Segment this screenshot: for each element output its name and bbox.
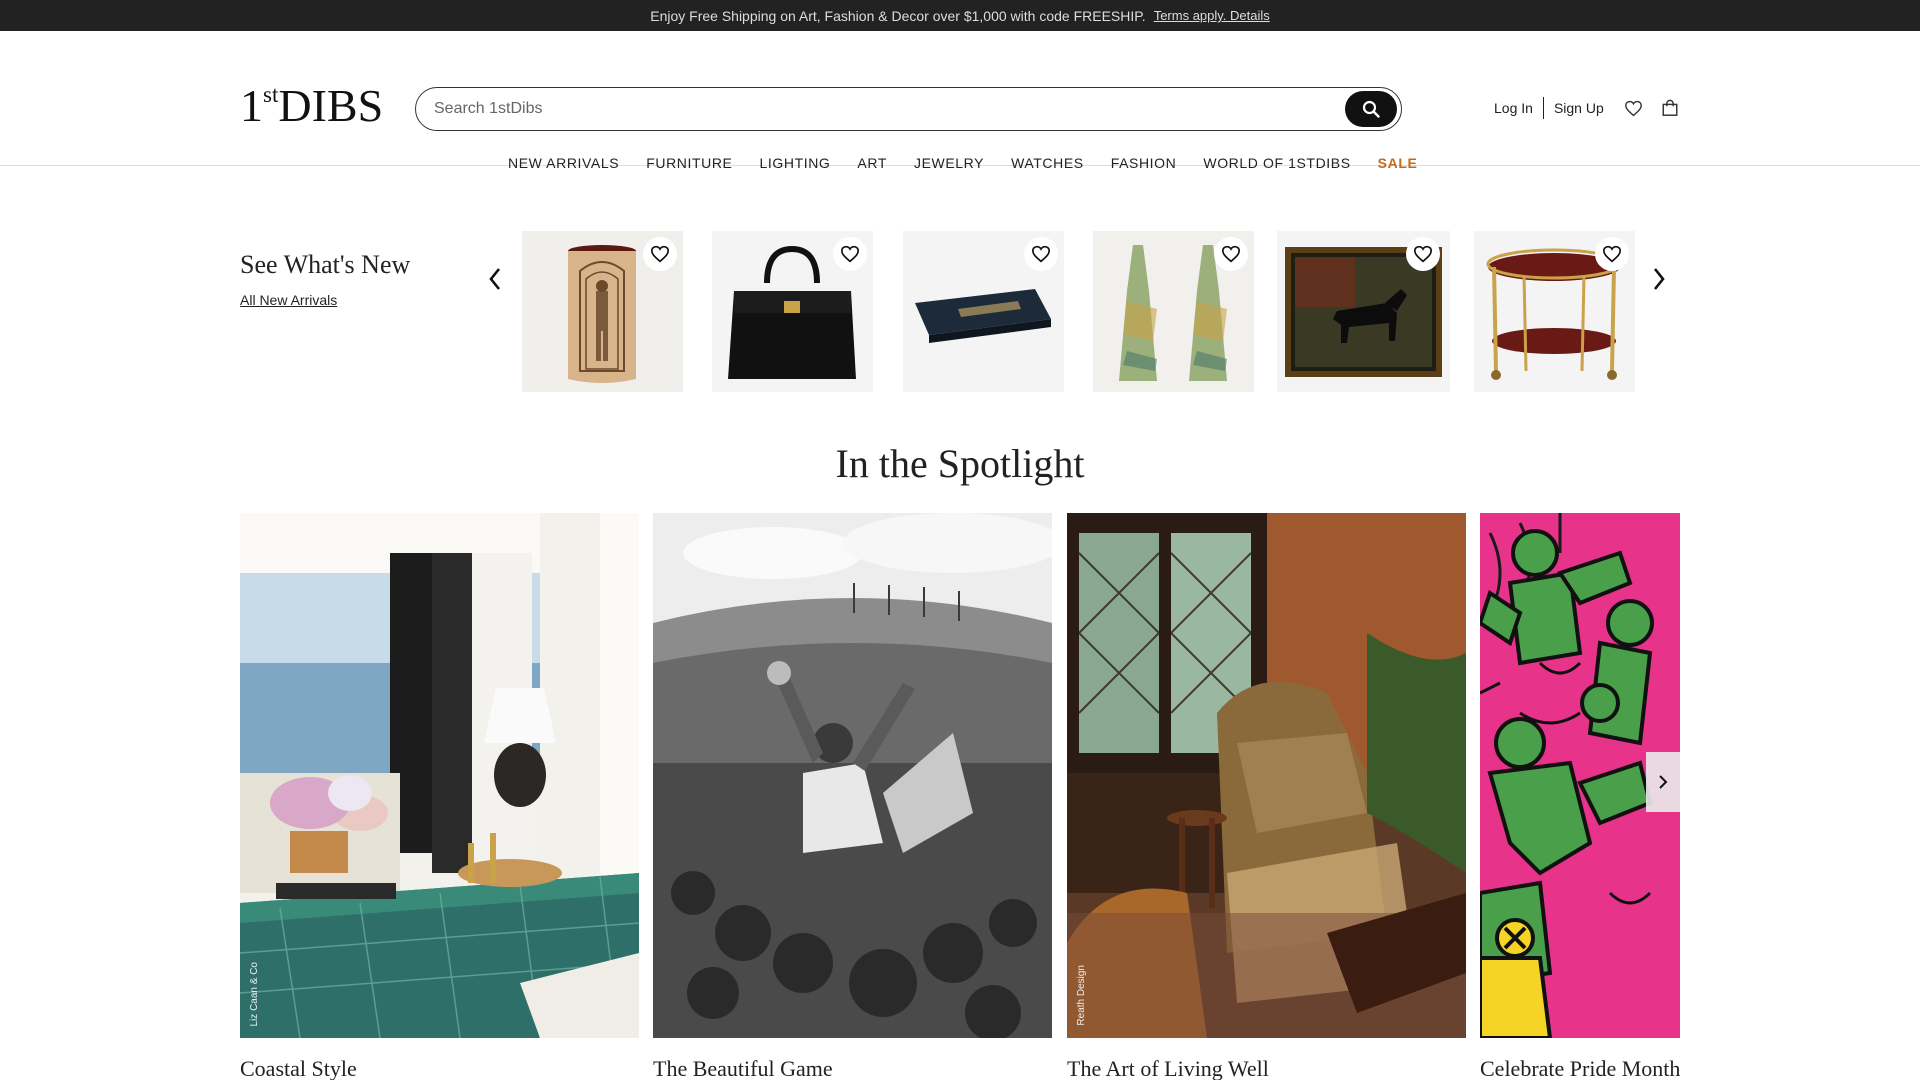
product-tile-vase[interactable] [522,231,683,392]
heart-icon [1031,245,1051,263]
coastal-style-image: Liz Caan & Co [240,513,639,1038]
spotlight-carousel: Liz Caan & Co Coastal Style The Beautifu… [240,513,1680,1080]
heart-icon [1221,245,1241,263]
favorite-button[interactable] [1406,237,1440,271]
chevron-left-icon [489,268,501,290]
product-tile-handbag[interactable] [712,231,873,392]
whats-new-section: See What's New All New Arrivals [0,166,1920,396]
heart-icon [1413,245,1433,263]
logo-word: DIBS [278,80,384,131]
logo[interactable]: 1 st DIBS [240,83,383,129]
art-of-living-well-image: Reath Design [1067,513,1466,1038]
promo-text: Enjoy Free Shipping on Art, Fashion & De… [650,7,1146,24]
section-title: See What's New [240,250,411,279]
card-caption[interactable]: Celebrate Pride Month [1480,1056,1680,1080]
login-link[interactable]: Log In [1494,100,1533,116]
heart-icon [650,245,670,263]
spotlight-card-the-art-of-living-well[interactable]: Reath Design The Art of Living Well [1067,513,1466,1080]
spotlight-next-button[interactable] [1646,752,1680,812]
promo-terms-link[interactable]: Terms apply. Details [1154,8,1270,23]
promo-bar: Enjoy Free Shipping on Art, Fashion & De… [0,0,1920,31]
favorite-button[interactable] [833,237,867,271]
spotlight-card-the-beautiful-game[interactable]: The Beautiful Game [653,513,1052,1080]
search-input[interactable] [434,100,1345,118]
divider [1542,97,1544,119]
chevron-right-icon [1653,268,1665,290]
signup-link[interactable]: Sign Up [1554,100,1604,116]
search-icon [1362,100,1380,118]
chevron-right-icon [1659,775,1668,789]
card-caption[interactable]: The Beautiful Game [653,1056,1052,1080]
product-tile-painting[interactable] [1277,231,1450,392]
card-caption[interactable]: The Art of Living Well [1067,1056,1466,1080]
all-new-arrivals-link[interactable]: All New Arrivals [240,292,337,308]
account-links: Log In Sign Up [1494,97,1679,119]
favorite-button[interactable] [1595,237,1629,271]
logo-digit: 1 [240,80,263,131]
spotlight-card-coastal-style[interactable]: Liz Caan & Co Coastal Style [240,513,639,1080]
site-header: 1 st DIBS Log In Sign Up NEW ARRIVALS FU… [0,31,1920,171]
carousel-next-button[interactable] [1652,266,1666,297]
favorites-heart-icon[interactable] [1624,100,1643,117]
photo-credit: Liz Caan & Co [249,961,260,1026]
product-tile-dress[interactable] [1093,231,1254,392]
product-tile-bar-cart[interactable] [1474,231,1635,392]
favorite-button[interactable] [1024,237,1058,271]
photo-credit: Reath Design [1076,965,1087,1026]
search-button[interactable] [1345,91,1397,127]
logo-st: st [263,82,279,107]
favorite-button[interactable] [643,237,677,271]
beautiful-game-image [653,513,1052,1038]
favorite-button[interactable] [1214,237,1248,271]
carousel-prev-button[interactable] [488,266,502,297]
shopping-bag-icon[interactable] [1661,99,1679,117]
card-caption[interactable]: Coastal Style [240,1056,639,1080]
heart-icon [1602,245,1622,263]
product-tile-tray[interactable] [903,231,1064,392]
heart-icon [840,245,860,263]
spotlight-title: In the Spotlight [835,441,1085,486]
search-bar [415,87,1402,131]
